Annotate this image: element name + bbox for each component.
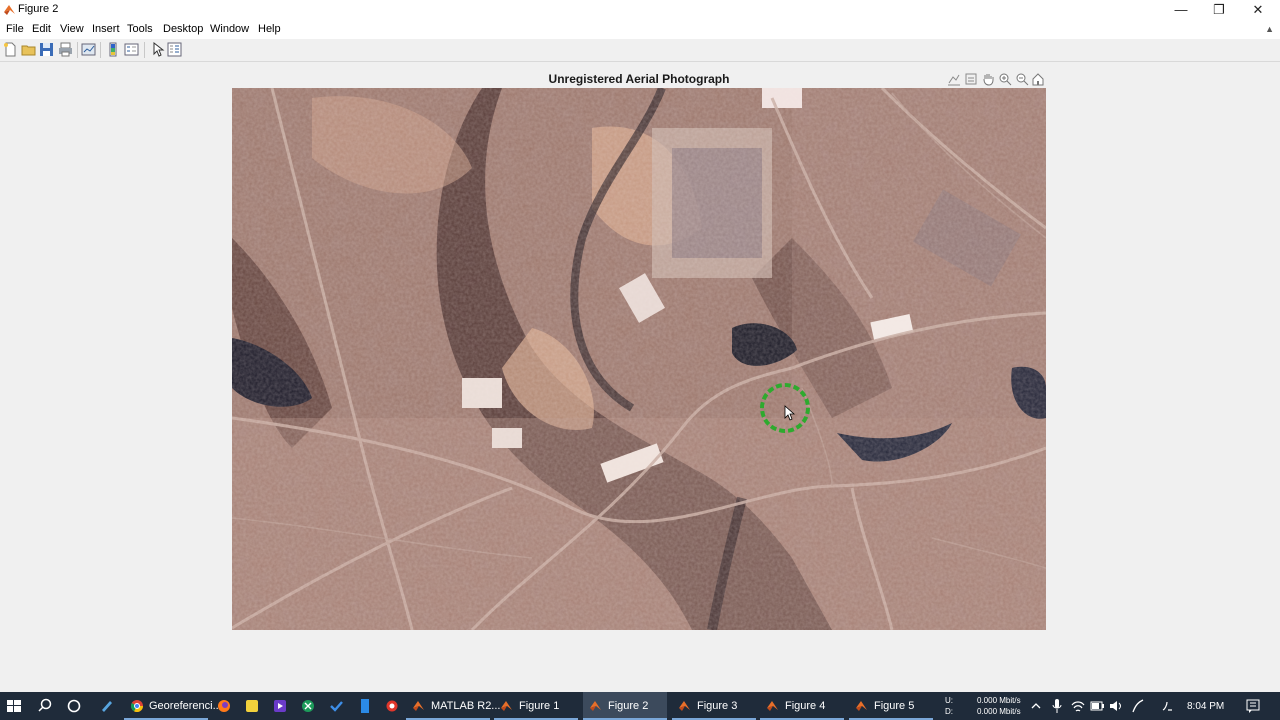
zoom-out-icon[interactable] — [1015, 72, 1029, 86]
menu-window[interactable]: Window — [210, 23, 249, 35]
video-app-icon[interactable] — [272, 692, 288, 720]
menu-view[interactable]: View — [60, 23, 84, 35]
home-icon[interactable] — [1031, 72, 1045, 86]
axes-toolbar — [945, 72, 1045, 88]
taskbar-app-matlab[interactable]: MATLAB R2... — [406, 692, 500, 720]
taskbar-app-figure-2[interactable]: Figure 2 — [583, 692, 667, 720]
figure-toolbar — [0, 39, 1280, 62]
menu-tools[interactable]: Tools — [127, 23, 153, 35]
taskbar-app-label: Georeferenci... — [149, 700, 222, 712]
new-figure-icon[interactable] — [3, 42, 18, 57]
chrome-icon — [131, 700, 143, 712]
toolbar-separator — [100, 42, 101, 58]
language-icon[interactable] — [1160, 692, 1174, 720]
firefox-icon[interactable] — [216, 692, 232, 720]
taskbar-app-figure-3[interactable]: Figure 3 — [672, 692, 756, 720]
edit-plot-icon[interactable] — [150, 42, 165, 57]
taskbar-app-label: Figure 2 — [608, 700, 649, 712]
axes-title: Unregistered Aerial Photograph — [548, 72, 730, 86]
taskbar-app-georeferencing[interactable]: Georeferenci... — [124, 692, 222, 720]
pan-icon[interactable] — [981, 72, 995, 86]
aerial-photograph[interactable] — [232, 88, 1046, 630]
record-icon[interactable] — [384, 692, 400, 720]
taskbar-app-label: Figure 5 — [874, 700, 915, 712]
matlab-figure-icon — [856, 701, 867, 711]
menu-bar: File Edit View Insert Tools Desktop Wind… — [0, 20, 1280, 39]
brush-icon[interactable] — [964, 72, 978, 86]
cortana-icon[interactable] — [66, 692, 82, 720]
taskbar-app-figure-1[interactable]: Figure 1 — [494, 692, 578, 720]
restore-button[interactable]: ❐ — [1200, 0, 1238, 20]
close-button[interactable]: ✕ — [1239, 0, 1277, 20]
windows-taskbar: Georeferenci... MATLAB R2... Figure 1 Fi… — [0, 692, 1280, 720]
matlab-figure-icon — [767, 701, 778, 711]
taskbar-app-label: Figure 1 — [519, 700, 560, 712]
taskbar-clock[interactable]: 8:04 PM — [1187, 701, 1224, 712]
window-title-bar: Figure 2 — ❐ ✕ — [0, 0, 1280, 20]
microphone-icon[interactable] — [1051, 692, 1063, 720]
window-title: Figure 2 — [18, 3, 59, 15]
matlab-icon — [413, 701, 424, 711]
pen-icon[interactable] — [1131, 692, 1145, 720]
download-label: D: — [945, 707, 953, 716]
data-tips-icon[interactable] — [947, 72, 961, 86]
windows-start-icon[interactable] — [6, 692, 22, 720]
menu-desktop[interactable]: Desktop — [163, 23, 203, 35]
search-icon[interactable] — [37, 692, 53, 720]
toolbar-separator — [77, 42, 78, 58]
matlab-figure-icon — [679, 701, 690, 711]
excel-icon[interactable] — [300, 692, 316, 720]
menu-insert[interactable]: Insert — [92, 23, 120, 35]
notifications-icon[interactable] — [1245, 692, 1261, 720]
battery-icon[interactable] — [1090, 692, 1104, 720]
todo-icon[interactable] — [328, 692, 344, 720]
menu-edit[interactable]: Edit — [32, 23, 51, 35]
matlab-icon — [4, 5, 15, 15]
file-explorer-icon[interactable] — [357, 692, 373, 720]
taskbar-app-figure-5[interactable]: Figure 5 — [849, 692, 933, 720]
sticky-notes-icon[interactable] — [244, 692, 260, 720]
legend-icon[interactable] — [124, 42, 139, 57]
taskbar-app-label: Figure 4 — [785, 700, 826, 712]
taskbar-app-label: Figure 3 — [697, 700, 738, 712]
matlab-figure-icon — [590, 701, 601, 711]
link-plot-icon[interactable] — [81, 42, 96, 57]
colorbar-icon[interactable] — [106, 42, 121, 57]
taskbar-app-figure-4[interactable]: Figure 4 — [760, 692, 844, 720]
print-icon[interactable] — [58, 42, 73, 57]
menu-help[interactable]: Help — [258, 23, 281, 35]
toolbar-separator — [144, 42, 145, 58]
taskbar-app-label: MATLAB R2... — [431, 700, 501, 712]
minimize-button[interactable]: — — [1162, 0, 1200, 20]
open-file-icon[interactable] — [21, 42, 36, 57]
volume-icon[interactable] — [1109, 692, 1123, 720]
property-inspector-icon[interactable] — [167, 42, 182, 57]
wifi-icon[interactable] — [1071, 692, 1085, 720]
save-icon[interactable] — [39, 42, 54, 57]
menu-file[interactable]: File — [6, 23, 24, 35]
upload-label: U: — [945, 696, 953, 705]
collapse-menu-icon[interactable]: ▲ — [1265, 24, 1274, 34]
matlab-figure-icon — [501, 701, 512, 711]
zoom-in-icon[interactable] — [998, 72, 1012, 86]
chevron-up-icon[interactable] — [1030, 692, 1042, 720]
pinned-app-icon[interactable] — [99, 692, 115, 720]
